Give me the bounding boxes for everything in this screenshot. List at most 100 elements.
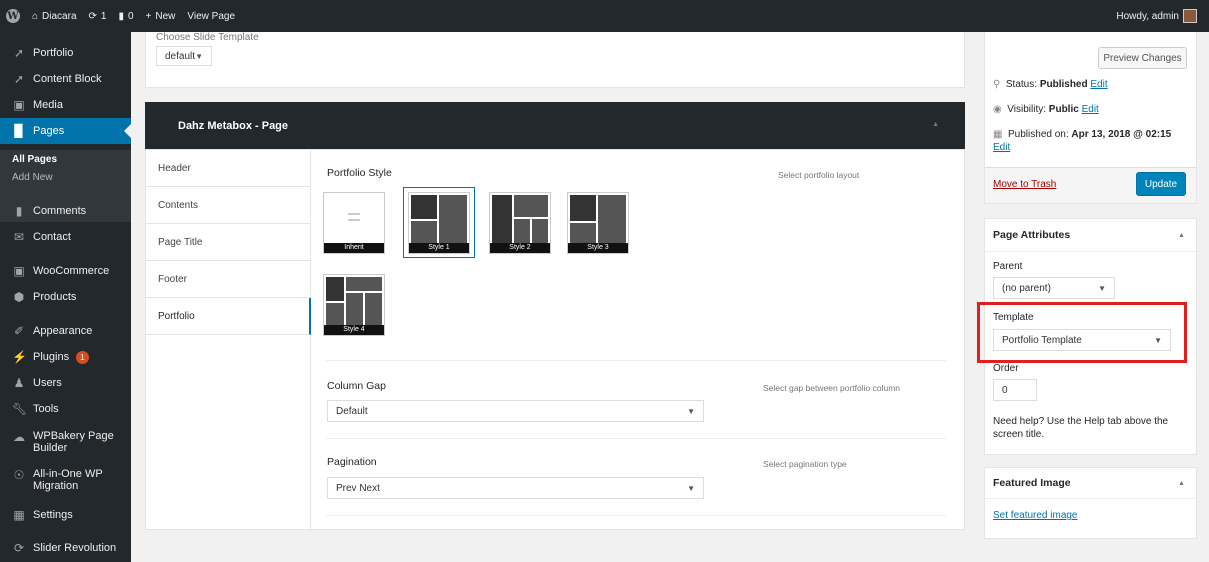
style-option-style-1[interactable]: Style 1 (403, 187, 475, 258)
tab-header[interactable]: Header (146, 150, 311, 187)
order-input[interactable]: 0 (993, 379, 1037, 401)
comments-count: 0 (127, 10, 134, 22)
submenu-all-pages[interactable]: All Pages (12, 154, 57, 165)
appearance-icon: ✐ (13, 324, 25, 338)
preview-changes-button[interactable]: Preview Changes (1098, 47, 1187, 69)
style-thumbnail: Style 3 (567, 192, 629, 254)
sidebar-item-portfolio[interactable]: ➚ Portfolio (0, 40, 131, 66)
sidebar-item-media[interactable]: ▣ Media (0, 92, 131, 118)
sidebar-item-tools[interactable]: 🔧︎ Tools (0, 396, 131, 422)
style-caption: Inherit (324, 243, 384, 253)
update-button[interactable]: Update (1136, 172, 1186, 196)
column-gap-label: Column Gap (327, 380, 386, 392)
style-option-style-2[interactable]: Style 2 (484, 187, 556, 258)
comments-link[interactable]: ▮ 0 (112, 0, 139, 32)
style-option-style-4[interactable]: Style 4 (318, 269, 390, 340)
mail-icon: ✉ (13, 230, 25, 244)
account-menu[interactable]: Howdy, admin (1110, 0, 1203, 32)
chevron-down-icon: ▼ (687, 483, 695, 493)
tab-page-title[interactable]: Page Title (146, 224, 311, 261)
style-option-inherit[interactable]: Inherit (318, 187, 390, 258)
sidebar-item-label: Plugins (33, 351, 70, 363)
divider (985, 498, 1196, 499)
collapse-arrow-icon[interactable]: ▲ (1178, 232, 1185, 239)
sidebar-item-comments[interactable]: ▮ Comments (0, 198, 131, 224)
home-icon: ⌂ (32, 10, 39, 22)
sidebar-item-plugins[interactable]: ⚡ Plugins 1 (0, 344, 131, 370)
site-name-label: Diacara (42, 10, 77, 22)
media-icon: ▣ (13, 98, 25, 112)
updates-link[interactable]: ⟳ 1 (83, 0, 113, 32)
collapse-arrow-icon[interactable]: ▲ (1178, 480, 1185, 487)
sidebar-item-label: Users (33, 377, 62, 389)
chevron-down-icon: ▼ (1098, 283, 1106, 293)
help-text: Need help? Use the Help tab above the sc… (993, 416, 1169, 440)
sidebar-item-wpbakery[interactable]: ☁ WPBakery Page Builder (0, 428, 131, 462)
visibility-row: ◉ Visibility: Public Edit (993, 104, 1099, 115)
sidebar-item-content-block[interactable]: ➚ Content Block (0, 66, 131, 92)
sidebar-item-label: WooCommerce (33, 265, 110, 277)
pin-icon: ➚ (13, 46, 25, 60)
status-edit-link[interactable]: Edit (1090, 79, 1107, 90)
sidebar-item-products[interactable]: ⬢ Products (0, 284, 131, 310)
tab-portfolio[interactable]: Portfolio (146, 298, 311, 335)
pagination-label: Pagination (327, 456, 377, 468)
style-option-style-3[interactable]: Style 3 (562, 187, 634, 258)
column-gap-select[interactable]: Default ▼ (327, 400, 704, 422)
order-value: 0 (1002, 384, 1008, 396)
view-page-label: View Page (187, 10, 236, 22)
sidebar-item-users[interactable]: ♟ Users (0, 370, 131, 396)
wp-logo-menu[interactable]: W (0, 0, 26, 32)
sidebar-item-appearance[interactable]: ✐ Appearance (0, 318, 131, 344)
tab-footer[interactable]: Footer (146, 261, 311, 298)
portfolio-style-description: Select portfolio layout (778, 170, 860, 180)
publish-box: Preview Changes ⚲ Status: Published Edit… (984, 32, 1197, 204)
collapse-arrow-icon[interactable]: ▲ (932, 121, 939, 128)
status-value: Published (1039, 79, 1088, 90)
divider (326, 515, 946, 516)
tab-contents[interactable]: Contents (146, 187, 311, 224)
sidebar-item-migration[interactable]: ☉ All-in-One WP Migration (0, 466, 131, 500)
sidebar-item-label: Appearance (33, 325, 93, 337)
sidebar-item-slider-revolution[interactable]: ⟳ Slider Revolution (0, 535, 131, 561)
published-edit-link[interactable]: Edit (993, 142, 1010, 153)
metabox-title: Dahz Metabox - Page (178, 119, 289, 132)
sidebar-item-settings[interactable]: ▦ Settings (0, 502, 131, 528)
style-caption: Style 1 (409, 243, 469, 253)
plus-icon: + (145, 10, 152, 22)
move-to-trash-link[interactable]: Move to Trash (993, 179, 1056, 190)
pagination-select[interactable]: Prev Next ▼ (327, 477, 704, 499)
visibility-edit-link[interactable]: Edit (1082, 104, 1099, 115)
slide-template-select[interactable]: default ▼ (156, 46, 212, 66)
metabox-body: Header Contents Page Title Footer Portfo… (145, 149, 965, 531)
metabox-header[interactable]: Dahz Metabox - Page ▲ (145, 102, 965, 149)
column-gap-description: Select gap between portfolio column (763, 383, 901, 393)
style-thumbnail: Style 2 (489, 192, 551, 254)
column-gap-value: Default (336, 405, 368, 417)
page-attributes-title: Page Attributes (993, 229, 1071, 241)
sidebar-item-pages[interactable]: ▉ Pages (0, 118, 131, 144)
pages-icon: ▉ (14, 124, 24, 138)
plugins-icon: ⚡ (12, 350, 27, 364)
visibility-label: Visibility: (1007, 104, 1047, 115)
published-value: Apr 13, 2018 @ 02:15 (1071, 129, 1172, 140)
submenu-add-new[interactable]: Add New (12, 172, 53, 183)
site-name-link[interactable]: ⌂ Diacara (26, 0, 83, 32)
sidebar-item-label: Comments (33, 205, 87, 217)
view-page-link[interactable]: View Page (181, 0, 241, 32)
sidebar-item-label: Products (33, 291, 77, 303)
admin-bar: W ⌂ Diacara ⟳ 1 ▮ 0 + New View Page Howdy, a… (0, 0, 1209, 32)
style-thumbnail: Style 1 (408, 192, 470, 254)
set-featured-image-link[interactable]: Set featured image (993, 510, 1078, 521)
inherit-lines (348, 213, 360, 215)
sidebar-item-contact[interactable]: ✉ Contact (0, 224, 131, 250)
parent-select[interactable]: (no parent) ▼ (993, 277, 1115, 299)
sidebar-item-woocommerce[interactable]: ▣ WooCommerce (0, 258, 131, 284)
users-icon: ♟ (13, 376, 25, 390)
sidebar-item-label: Slider Revolution (33, 542, 117, 554)
portfolio-style-label: Portfolio Style (327, 167, 392, 179)
new-content-link[interactable]: + New (140, 0, 182, 32)
slide-template-label: Choose Slide Template (156, 32, 259, 43)
style-caption: Style 4 (324, 325, 384, 335)
style-thumbnail: Inherit (323, 192, 385, 254)
